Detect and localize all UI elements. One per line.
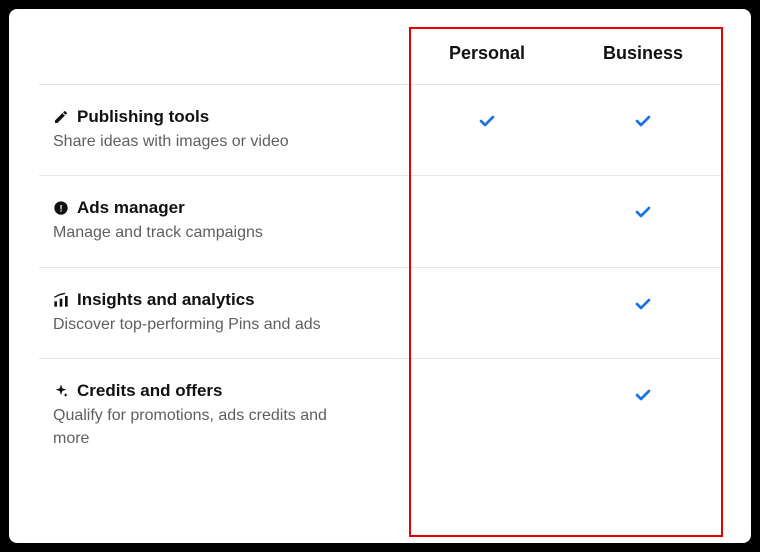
sparkle-icon: [53, 383, 69, 399]
check-cell-business: [565, 107, 721, 134]
check-icon: [633, 204, 653, 225]
check-cell-business: [565, 198, 721, 225]
comparison-card: Personal Business Publishing tools Share…: [9, 9, 751, 543]
check-icon: [477, 113, 497, 134]
feature-subtitle: Share ideas with images or video: [53, 131, 359, 153]
check-cell-business: [565, 290, 721, 317]
feature-row: ! Ads manager Manage and track campaigns: [39, 176, 721, 267]
feature-title: Ads manager: [77, 198, 185, 218]
feature-title: Publishing tools: [77, 107, 209, 127]
check-cell-personal: [409, 290, 565, 296]
megaphone-icon: !: [53, 200, 69, 216]
feature-row: Insights and analytics Discover top-perf…: [39, 268, 721, 359]
check-icon: [633, 296, 653, 317]
check-icon: [633, 387, 653, 408]
check-cell-personal: [409, 198, 565, 204]
column-header-business: Business: [565, 25, 721, 64]
check-icon: [633, 113, 653, 134]
column-header-personal: Personal: [409, 25, 565, 64]
feature-row: Publishing tools Share ideas with images…: [39, 85, 721, 176]
feature-title: Insights and analytics: [77, 290, 255, 310]
feature-subtitle: Qualify for promotions, ads credits and …: [53, 405, 359, 450]
analytics-icon: [53, 292, 69, 308]
feature-row: Credits and offers Qualify for promotion…: [39, 359, 721, 472]
feature-subtitle: Manage and track campaigns: [53, 222, 359, 244]
header-row: Personal Business: [39, 25, 721, 85]
check-cell-personal: [409, 381, 565, 387]
check-cell-personal: [409, 107, 565, 134]
pencil-icon: [53, 109, 69, 125]
svg-text:!: !: [59, 204, 62, 214]
feature-subtitle: Discover top-performing Pins and ads: [53, 314, 359, 336]
feature-title: Credits and offers: [77, 381, 222, 401]
check-cell-business: [565, 381, 721, 408]
